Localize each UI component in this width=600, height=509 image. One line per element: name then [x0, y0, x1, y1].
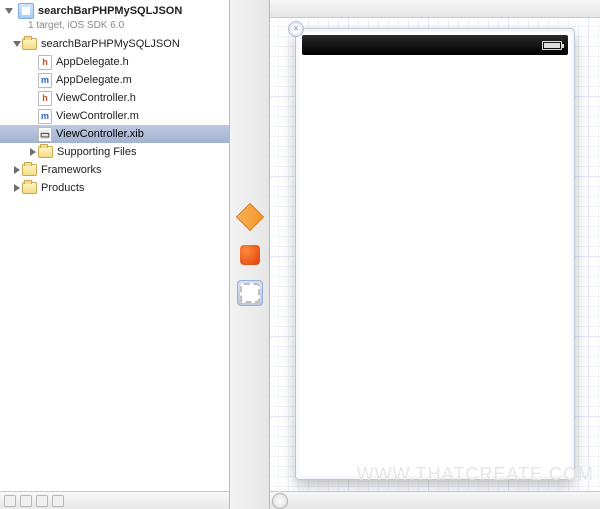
first-responder-icon	[240, 245, 260, 265]
header-file-icon: h	[38, 55, 52, 70]
tree-file-selected[interactable]: ▭ ViewController.xib	[0, 125, 229, 143]
tree-group[interactable]: Frameworks	[0, 161, 229, 179]
dock-item-first-responder[interactable]	[237, 242, 263, 268]
project-title: searchBarPHPMySQLJSON	[38, 5, 182, 17]
xcode-project-icon	[18, 3, 34, 19]
project-subtitle: 1 target, iOS SDK 6.0	[28, 20, 229, 31]
simulated-view[interactable]: ×	[295, 28, 575, 480]
close-icon[interactable]: ×	[288, 21, 304, 37]
recent-icon[interactable]	[36, 495, 48, 507]
canvas-footer	[270, 491, 600, 509]
tree-item-label: AppDelegate.m	[56, 74, 132, 86]
tree-item-label: Products	[41, 182, 84, 194]
navigator-footer	[0, 491, 229, 509]
tree-item-label: Supporting Files	[57, 146, 137, 158]
implementation-file-icon: m	[38, 109, 52, 124]
status-bar	[302, 35, 568, 55]
project-navigator: searchBarPHPMySQLJSON 1 target, iOS SDK …	[0, 0, 230, 509]
folder-icon	[22, 164, 37, 176]
interface-builder-canvas: × WWW.THATCREATE.COM	[270, 0, 600, 509]
chevron-right-icon[interactable]	[30, 148, 36, 156]
zoom-button[interactable]	[272, 493, 288, 509]
tree-file[interactable]: h ViewController.h	[0, 89, 229, 107]
folder-icon	[22, 38, 37, 50]
folder-icon	[22, 182, 37, 194]
xib-file-icon: ▭	[38, 127, 52, 142]
add-icon[interactable]	[4, 495, 16, 507]
view-icon	[240, 283, 260, 303]
tree-item-label: ViewController.xib	[56, 128, 144, 140]
document-outline-dock	[230, 0, 270, 509]
tree-item-label: Frameworks	[41, 164, 102, 176]
cube-icon	[235, 202, 263, 230]
file-tree: searchBarPHPMySQLJSON h AppDelegate.h m …	[0, 33, 229, 491]
dock-item-files-owner[interactable]	[237, 204, 263, 230]
tree-item-label: ViewController.m	[56, 110, 139, 122]
project-header[interactable]: searchBarPHPMySQLJSON	[0, 0, 229, 21]
header-file-icon: h	[38, 91, 52, 106]
tree-file[interactable]: h AppDelegate.h	[0, 53, 229, 71]
battery-icon	[542, 41, 562, 50]
tree-file[interactable]: m AppDelegate.m	[0, 71, 229, 89]
tree-file[interactable]: m ViewController.m	[0, 107, 229, 125]
implementation-file-icon: m	[38, 73, 52, 88]
tree-item-label: AppDelegate.h	[56, 56, 129, 68]
xcode-window: searchBarPHPMySQLJSON 1 target, iOS SDK …	[0, 0, 600, 509]
scm-icon[interactable]	[52, 495, 64, 507]
tree-group-root[interactable]: searchBarPHPMySQLJSON	[0, 35, 229, 53]
tree-item-label: ViewController.h	[56, 92, 136, 104]
chevron-right-icon[interactable]	[14, 184, 20, 192]
canvas-grid[interactable]: ×	[270, 18, 600, 491]
tree-item-label: searchBarPHPMySQLJSON	[41, 38, 180, 50]
canvas-jump-bar[interactable]	[270, 0, 600, 18]
filter-icon[interactable]	[20, 495, 32, 507]
tree-group[interactable]: Supporting Files	[0, 143, 229, 161]
chevron-down-icon[interactable]	[13, 41, 21, 47]
folder-icon	[38, 146, 53, 158]
dock-item-view[interactable]	[237, 280, 263, 306]
chevron-right-icon[interactable]	[14, 166, 20, 174]
tree-group[interactable]: Products	[0, 179, 229, 197]
chevron-down-icon[interactable]	[5, 8, 13, 14]
